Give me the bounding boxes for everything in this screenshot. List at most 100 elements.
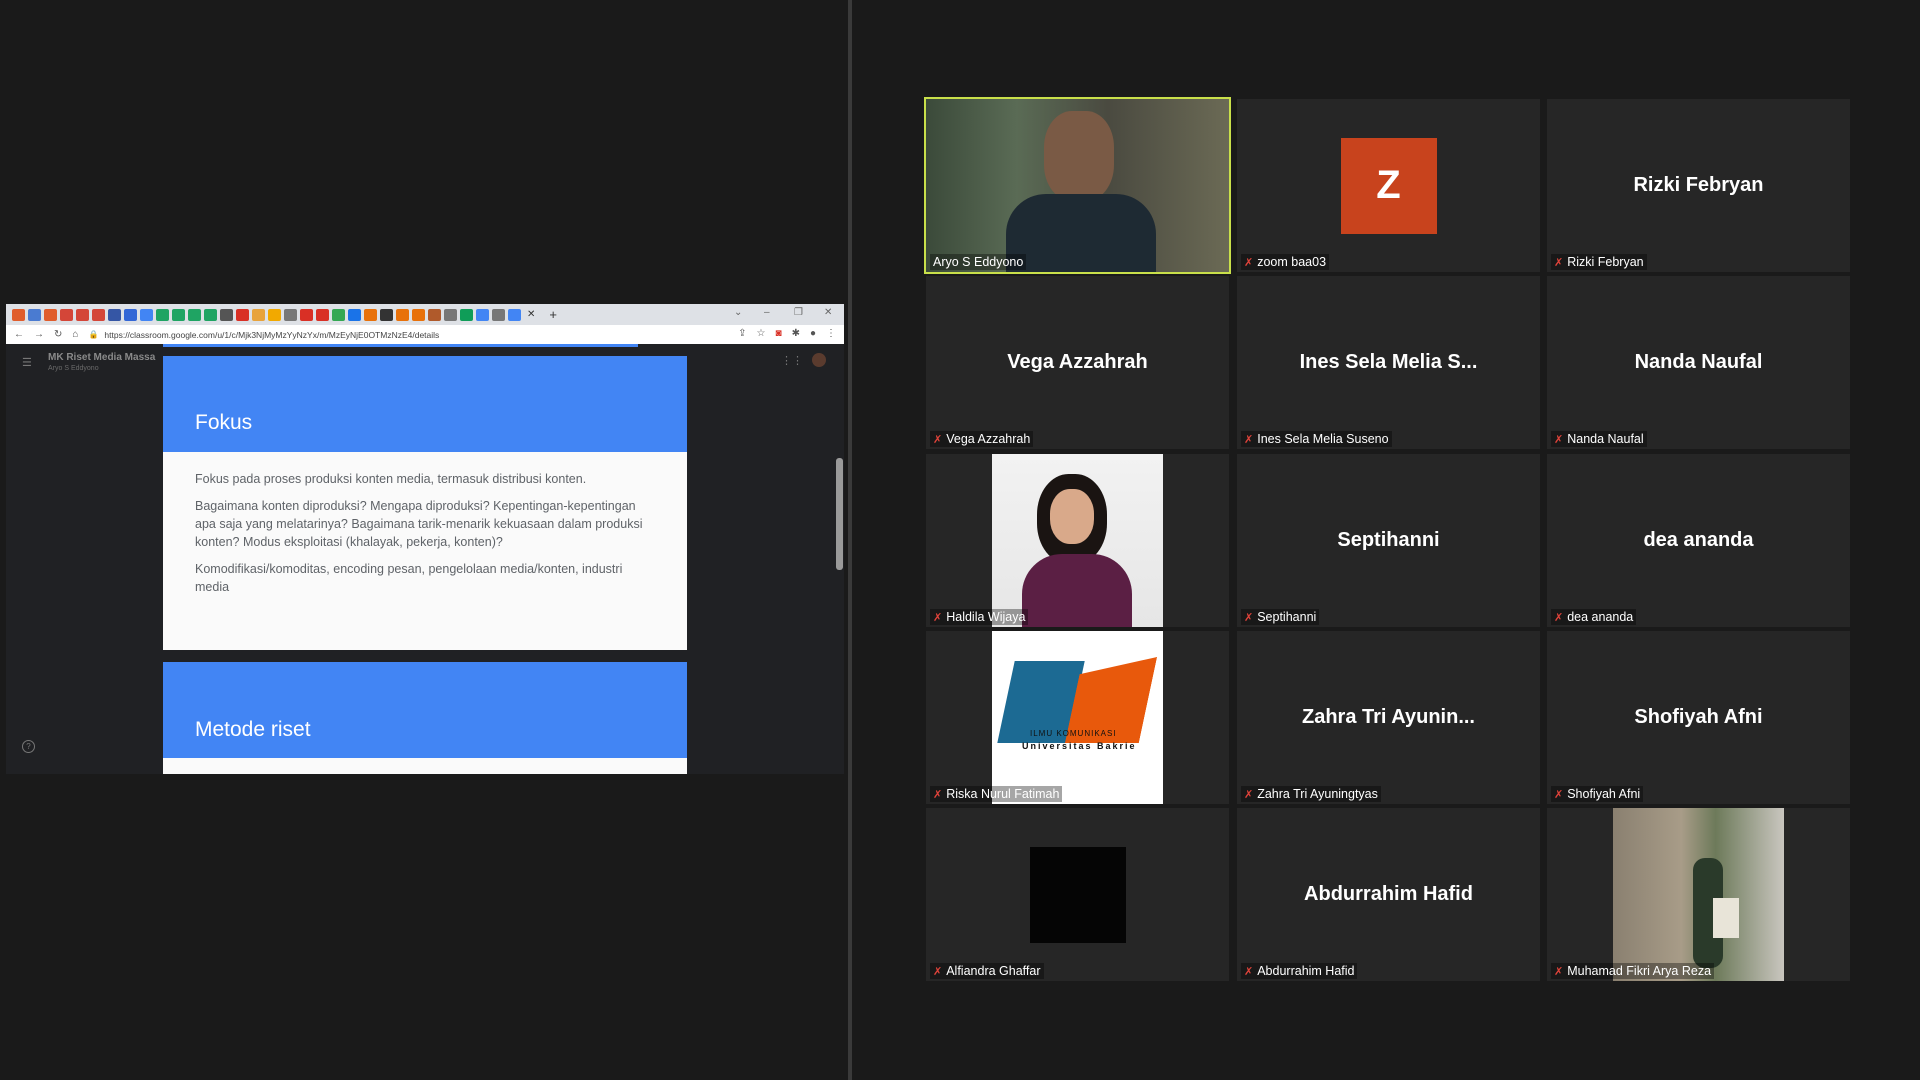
avatar: Z: [1340, 137, 1437, 234]
back-icon[interactable]: ←: [14, 329, 24, 340]
mail-icon[interactable]: [108, 308, 121, 321]
participant-tile[interactable]: Z ✗ zoom baa03: [1237, 99, 1540, 272]
participant-name-label: ✗ Vega Azzahrah: [930, 431, 1034, 447]
material-card-fokus: Fokus Fokus pada proses produksi konten …: [163, 356, 687, 650]
home-icon[interactable]: ⌂: [72, 329, 78, 340]
share-icon[interactable]: ⇪: [738, 328, 746, 339]
new-tab-icon[interactable]: +: [549, 307, 557, 322]
orange-icon[interactable]: [396, 308, 409, 321]
orange-icon[interactable]: [412, 308, 425, 321]
window-icon[interactable]: [28, 308, 41, 321]
participant-tile[interactable]: Ines Sela Melia S... ✗ Ines Sela Melia Sus…: [1237, 276, 1540, 449]
pdf-icon[interactable]: [236, 308, 249, 321]
participant-tile[interactable]: Aryo S Eddyono: [924, 97, 1231, 274]
globe-icon[interactable]: [444, 308, 457, 321]
shield-icon[interactable]: [12, 308, 25, 321]
participant-tile[interactable]: Septihanni ✗ Septihanni: [1237, 454, 1540, 627]
restore-icon[interactable]: ❐: [794, 307, 803, 318]
participant-tile[interactable]: Abdurrahim Hafid ✗ Abdurrahim Hafid: [1237, 808, 1540, 981]
globe-icon[interactable]: [492, 308, 505, 321]
s-icon[interactable]: [124, 308, 137, 321]
sheet-icon[interactable]: [460, 308, 473, 321]
circle-icon[interactable]: [300, 308, 313, 321]
participant-tile[interactable]: dea ananda ✗ dea ananda: [1547, 454, 1850, 627]
card-top-edge: [163, 344, 638, 347]
screen-divider[interactable]: [848, 0, 852, 1080]
mic-muted-icon: ✗: [933, 788, 943, 801]
plus-circle-icon[interactable]: [332, 308, 345, 321]
profile-icon[interactable]: ●: [810, 328, 816, 339]
participant-tile[interactable]: ✗ Haldila Wijaya: [926, 454, 1229, 627]
drive-icon[interactable]: [188, 308, 201, 321]
minimize-icon[interactable]: –: [764, 307, 770, 318]
g-icon[interactable]: [476, 308, 489, 321]
shield-icon[interactable]: [316, 308, 329, 321]
participant-name-label: ✗ Riska Nurul Fatimah: [930, 786, 1063, 802]
logo-text: Universitas Bakrie: [1022, 741, 1137, 751]
g-icon[interactable]: [508, 308, 521, 321]
profile-photo: [992, 454, 1163, 627]
participant-tile[interactable]: Nanda Naufal ✗ Nanda Naufal: [1547, 276, 1850, 449]
bag-icon[interactable]: [380, 308, 393, 321]
class-title[interactable]: MK Riset Media Massa: [48, 352, 155, 363]
globe-icon[interactable]: [284, 308, 297, 321]
participant-name-center: dea ananda: [1643, 529, 1754, 551]
participant-tile[interactable]: Rizki Febryan ✗ Rizki Febryan: [1547, 99, 1850, 272]
grid-icon[interactable]: [428, 308, 441, 321]
participant-name: Alfiandra Ghaffar: [946, 964, 1041, 978]
participant-tile[interactable]: Vega Azzahrah ✗ Vega Azzahrah: [926, 276, 1229, 449]
participant-tile[interactable]: ✗ Alfiandra Ghaffar: [926, 808, 1229, 981]
participant-name-label: ✗ Abdurrahim Hafid: [1241, 963, 1358, 979]
mic-muted-icon: ✗: [1244, 788, 1254, 801]
participant-name-label: ✗ Septihanni: [1241, 609, 1320, 625]
classroom-page: ☰ MK Riset Media Massa Aryo S Eddyono ⋮⋮…: [6, 344, 844, 774]
participant-name-center: Vega Azzahrah: [1007, 351, 1148, 373]
participant-name-center: Abdurrahim Hafid: [1304, 883, 1473, 905]
participant-name: Shofiyah Afni: [1567, 787, 1641, 801]
close-window-icon[interactable]: ✕: [824, 307, 832, 318]
card-title: Fokus: [163, 356, 687, 452]
participant-name-label: ✗ Nanda Naufal: [1551, 431, 1647, 447]
apps-grid-icon[interactable]: ⋮⋮: [781, 354, 803, 367]
shield-icon[interactable]: [44, 308, 57, 321]
forward-icon[interactable]: →: [34, 329, 44, 340]
scrollbar[interactable]: [836, 458, 843, 570]
help-icon[interactable]: ?: [22, 740, 35, 753]
participant-tile[interactable]: ✗ Muhamad Fikri Arya Reza: [1547, 808, 1850, 981]
gmail-icon[interactable]: [92, 308, 105, 321]
logo-text: ILMU KOMUNIKASI: [1030, 729, 1117, 738]
gmail-icon[interactable]: [76, 308, 89, 321]
chevron-down-icon[interactable]: ⌄: [734, 307, 742, 318]
circle-icon[interactable]: [268, 308, 281, 321]
more-menu-icon[interactable]: ⋮: [826, 328, 836, 339]
orange-icon[interactable]: [364, 308, 377, 321]
class-subtitle: Aryo S Eddyono: [48, 365, 99, 372]
card-paragraph: Fokus pada proses produksi konten media,…: [195, 472, 587, 486]
avatar[interactable]: [812, 353, 826, 367]
drive-icon[interactable]: [204, 308, 217, 321]
drive-icon[interactable]: [172, 308, 185, 321]
menu-icon[interactable]: ☰: [22, 356, 32, 369]
grid-icon[interactable]: [220, 308, 233, 321]
participant-tile[interactable]: Shofiyah Afni ✗ Shofiyah Afni: [1547, 631, 1850, 804]
participant-name-label: ✗ zoom baa03: [1241, 254, 1330, 270]
pocket-icon[interactable]: ◙: [776, 328, 782, 339]
shared-screen: ✕ + ⌄ – ❐ ✕ ← → ↻ ⌂ 🔒 https://classroom.…: [6, 304, 844, 774]
reload-icon[interactable]: ↻: [54, 329, 62, 340]
participant-tile[interactable]: ILMU KOMUNIKASI Universitas Bakrie ✗ Riska …: [926, 631, 1229, 804]
globe-icon[interactable]: [348, 308, 361, 321]
mic-muted-icon: ✗: [1244, 256, 1254, 269]
mic-muted-icon: ✗: [933, 433, 943, 446]
mic-muted-icon: ✗: [933, 965, 943, 978]
tab-close-icon[interactable]: ✕: [527, 309, 535, 320]
url-text[interactable]: https://classroom.google.com/u/1/c/Mjk3N…: [104, 330, 439, 340]
extensions-icon[interactable]: ✱: [792, 328, 800, 339]
participant-tile[interactable]: Zahra Tri Ayunin... ✗ Zahra Tri Ayuningtya…: [1237, 631, 1540, 804]
doc-icon[interactable]: [140, 308, 153, 321]
gmail-icon[interactable]: [60, 308, 73, 321]
bookmark-star-icon[interactable]: ☆: [757, 328, 766, 339]
drive-icon[interactable]: [156, 308, 169, 321]
image-icon[interactable]: [252, 308, 265, 321]
participant-name: Haldila Wijaya: [946, 610, 1026, 624]
participant-name-label: ✗ Shofiyah Afni: [1551, 786, 1644, 802]
